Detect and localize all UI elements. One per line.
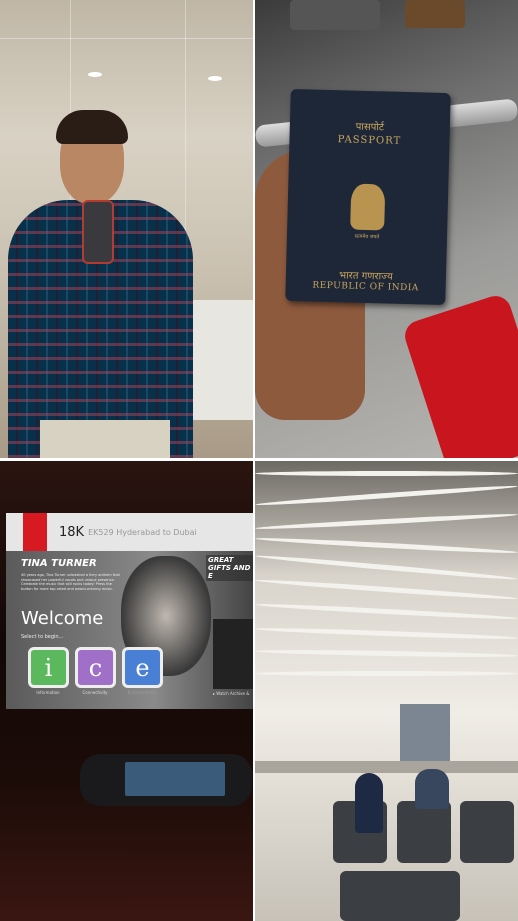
airport-photo [255,461,518,921]
entertainment-icon: e [135,653,150,682]
select-prompt: Select to begin... [21,634,64,640]
luggage [290,0,380,30]
traveler [415,769,449,809]
screen-header: 18K EK529 Hyderabad to Dubai [6,513,253,551]
ceiling-light [208,76,222,81]
terminal-tower [400,704,450,764]
phone-icon [82,200,114,264]
connectivity-tile[interactable]: c [75,647,116,688]
luggage [405,0,465,28]
railing [255,761,518,773]
selfie-photo [0,0,253,458]
information-icon: i [44,653,53,682]
seat [460,801,514,863]
pants [40,420,170,458]
handset-screen [125,762,225,796]
emirates-logo [23,513,47,551]
national-emblem-icon [350,183,386,231]
mirror-edge [0,38,253,39]
passport-photo: पासपोर्ट PASSPORT सत्यमेव जयते भारत गणरा… [255,0,518,458]
inflight-screen: 18K EK529 Hyderabad to Dubai TINA TURNER… [6,513,253,709]
passport-title: PASSPORT [337,134,402,147]
ceiling-slat [255,553,518,582]
video-thumbnail[interactable] [213,619,253,689]
passport-motto: सत्यमेव जयते [354,233,380,241]
welcome-heading: Welcome [21,608,104,629]
side-title: GREAT GIFTS AND E [206,555,253,582]
ceiling-slat [255,483,518,508]
watch-archive-link[interactable]: ▸ Watch Archive & [213,691,249,696]
ceiling-slat [255,648,518,659]
ceiling-slat [255,602,518,621]
passport-title-hindi: पासपोर्ट [355,121,385,134]
ceiling-slat [255,471,518,476]
promo-text: 40 years ago, Tina Turner unleashed a fi… [21,573,120,591]
seat-handset [80,754,252,806]
passport: पासपोर्ट PASSPORT सत्यमेव जयते भारत गणरा… [285,88,451,306]
red-suitcase [400,291,518,458]
information-label: Information [36,690,60,695]
ceiling-slat [255,512,518,531]
ceiling-slat [255,536,518,555]
promo-title: TINA TURNER [21,558,97,569]
connectivity-icon: c [88,653,103,682]
seat [340,871,460,921]
ceiling-slat [255,626,518,641]
flight-info: EK529 Hyderabad to Dubai [88,527,197,537]
ceiling-light [88,72,102,77]
connectivity-label: Connectivity [82,690,108,695]
seat [397,801,451,863]
promo-banner: TINA TURNER 40 years ago, Tina Turner un… [6,551,253,709]
ceiling-slat [255,671,518,676]
inflight-screen-photo: 18K EK529 Hyderabad to Dubai TINA TURNER… [0,461,253,921]
ceiling-slat [255,577,518,602]
traveler [355,773,383,833]
person-hair [56,110,128,144]
entertainment-label: Entertainment [127,690,157,695]
seat-number: 18K [59,524,85,540]
information-tile[interactable]: i [28,647,69,688]
entertainment-tile[interactable]: e [122,647,163,688]
